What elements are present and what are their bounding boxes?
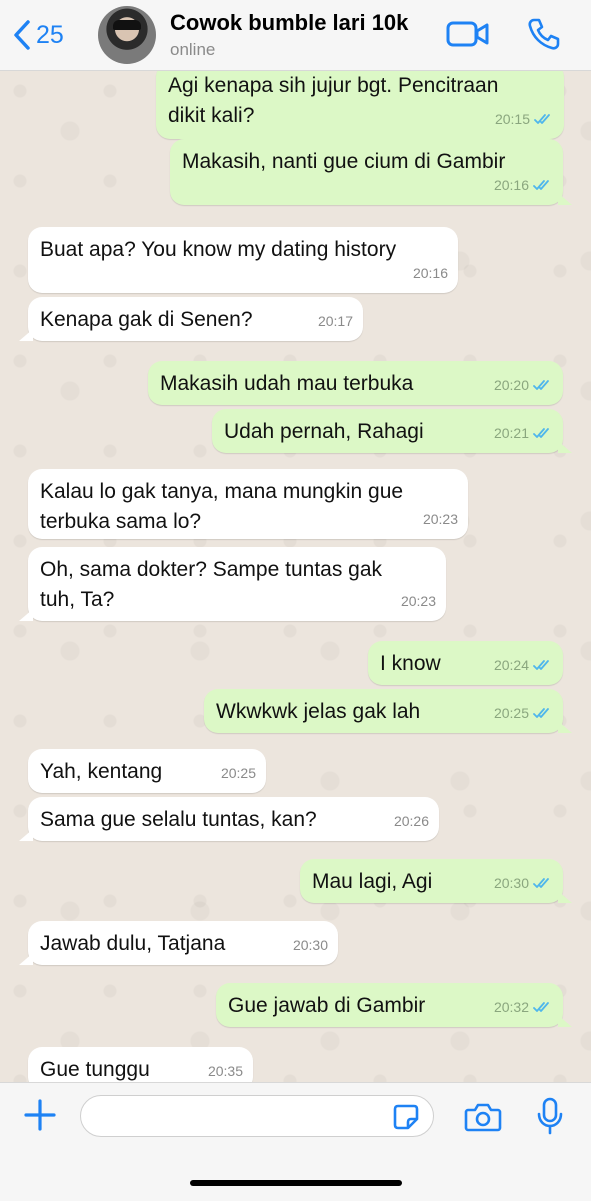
outgoing-message[interactable]: Makasih, nanti gue cium di Gambir 20:16: [170, 139, 572, 205]
message-time: 20:30: [292, 937, 328, 953]
message-meta: 20:30: [494, 868, 553, 898]
home-indicator: [190, 1180, 402, 1186]
chevron-left-icon: [14, 20, 30, 50]
attach-button[interactable]: [22, 1097, 58, 1138]
sticker-icon: [393, 1104, 419, 1130]
outgoing-message[interactable]: Mau lagi, Agi 20:30: [300, 859, 572, 903]
message-time: 20:20: [493, 377, 529, 393]
double-check-icon: [533, 428, 549, 438]
double-check-icon: [533, 180, 549, 190]
message-text: Sama gue selalu tuntas, kan?: [40, 808, 317, 831]
double-check-icon: [534, 114, 550, 124]
avatar[interactable]: [98, 6, 156, 64]
incoming-message[interactable]: Yah, kentang 20:25: [28, 749, 266, 793]
voice-message-button[interactable]: [536, 1097, 564, 1140]
message-time: 20:24: [493, 657, 529, 673]
unread-count: 25: [36, 20, 64, 49]
voice-call-button[interactable]: [526, 16, 562, 57]
contact-name[interactable]: Cowok bumble lari 10k: [170, 10, 408, 36]
message-meta: 20:24: [494, 650, 553, 680]
message-time: 20:30: [493, 875, 529, 891]
incoming-message[interactable]: Buat apa? You know my dating history 20:1…: [28, 227, 458, 293]
message-text: Kenapa gak di Senen?: [40, 308, 253, 331]
message-meta: 20:30: [293, 930, 328, 960]
message-time: 20:23: [422, 511, 458, 527]
message-time: 20:32: [493, 999, 529, 1015]
message-time: 20:21: [493, 425, 529, 441]
message-meta: 20:25: [494, 698, 553, 728]
message-time: 20:16: [493, 177, 529, 193]
plus-icon: [24, 1099, 56, 1131]
message-text: Kalau lo gak tanya, mana mungkin gue: [40, 480, 404, 503]
double-check-icon: [533, 708, 549, 718]
message-time: 20:16: [412, 265, 448, 281]
microphone-icon: [537, 1097, 563, 1135]
outgoing-message[interactable]: Udah pernah, Rahagi 20:21: [212, 409, 572, 453]
message-time: 20:25: [493, 705, 529, 721]
message-time: 20:23: [400, 593, 436, 609]
message-meta: 20:15: [495, 104, 554, 134]
back-button[interactable]: 25: [10, 18, 64, 52]
message-list: Agi kenapa sih jujur bgt. Pencitraan diki…: [0, 71, 591, 1082]
message-meta: 20:23: [423, 504, 458, 534]
incoming-message[interactable]: Jawab dulu, Tatjana 20:30: [19, 921, 338, 965]
video-camera-icon: [446, 21, 489, 47]
contact-status: online: [170, 40, 216, 59]
message-meta: 20:21: [494, 418, 553, 448]
message-time: 20:17: [317, 313, 353, 329]
phone-icon: [528, 18, 560, 50]
video-call-button[interactable]: [446, 18, 490, 55]
sticker-button[interactable]: [392, 1103, 420, 1136]
message-time: 20:26: [393, 813, 429, 829]
message-time: 20:25: [220, 765, 256, 781]
outgoing-message[interactable]: Makasih udah mau terbuka 20:20: [148, 361, 563, 405]
double-check-icon: [533, 878, 549, 888]
message-meta: 20:26: [394, 806, 429, 836]
double-check-icon: [533, 1002, 549, 1012]
message-time: 20:15: [494, 111, 530, 127]
double-check-icon: [533, 380, 549, 390]
message-text: Agi kenapa sih jujur bgt. Pencitraan: [168, 74, 499, 97]
camera-button[interactable]: [464, 1101, 502, 1138]
outgoing-message[interactable]: Gue jawab di Gambir 20:32: [216, 983, 572, 1027]
camera-icon: [464, 1103, 502, 1132]
message-meta: 20:16: [494, 170, 553, 200]
incoming-message[interactable]: Kalau lo gak tanya, mana mungkin gue terb…: [28, 469, 468, 539]
message-meta: 20:32: [494, 992, 553, 1022]
message-time: 20:35: [207, 1063, 243, 1079]
message-text: tuh, Ta?: [40, 588, 115, 611]
outgoing-message[interactable]: Wkwkwk jelas gak lah 20:25: [204, 689, 572, 733]
message-text: Makasih udah mau terbuka: [160, 372, 414, 395]
message-text: Jawab dulu, Tatjana: [40, 932, 226, 955]
message-meta: 20:23: [401, 586, 436, 616]
incoming-message[interactable]: Kenapa gak di Senen? 20:17: [19, 297, 363, 341]
message-meta: 20:35: [208, 1056, 243, 1082]
incoming-message[interactable]: Sama gue selalu tuntas, kan? 20:26: [19, 797, 439, 841]
message-text: Buat apa? You know my dating history: [40, 238, 397, 261]
outgoing-message[interactable]: I know 20:24: [368, 641, 563, 685]
message-meta: 20:20: [494, 370, 553, 400]
message-meta: 20:17: [318, 306, 353, 336]
message-input[interactable]: [80, 1095, 434, 1137]
message-meta: 20:25: [221, 758, 256, 788]
incoming-message[interactable]: Oh, sama dokter? Sampe tuntas gak tuh, Ta…: [19, 547, 446, 621]
chat-header: 25 Cowok bumble lari 10k online: [0, 0, 591, 71]
message-meta: 20:16: [413, 258, 448, 288]
outgoing-message[interactable]: Agi kenapa sih jujur bgt. Pencitraan diki…: [156, 71, 564, 139]
incoming-message[interactable]: Gue tunggu 20:35: [28, 1047, 253, 1082]
message-text: Oh, sama dokter? Sampe tuntas gak: [40, 558, 383, 581]
double-check-icon: [533, 660, 549, 670]
message-text: terbuka sama lo?: [40, 510, 202, 533]
